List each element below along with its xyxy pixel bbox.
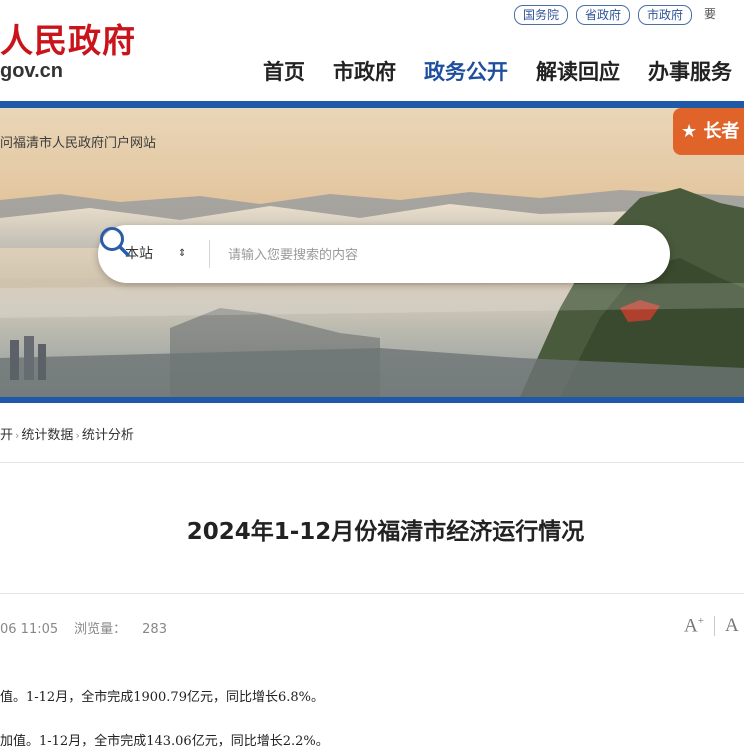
article-title: 2024年1-12月份福清市经济运行情况 (186, 519, 585, 545)
nav-interpretation[interactable]: 解读回应 (536, 56, 620, 86)
banner-divider-bar (0, 397, 744, 403)
views-info: 浏览量： 283 (74, 622, 167, 637)
nav-services[interactable]: 办事服务 (648, 56, 732, 86)
font-increase-label: A (684, 615, 698, 637)
top-links: 国务院 省政府 市政府 要 (514, 5, 720, 25)
nav-gov-affairs[interactable]: 政务公开 (424, 56, 508, 86)
breadcrumb-item[interactable]: 开 (0, 428, 13, 443)
views-label: 浏览量： (74, 622, 127, 637)
chevron-right-icon: › (15, 429, 20, 442)
elderly-mode-button[interactable]: ★ 长者 (673, 108, 744, 155)
publish-date: 06 11:05 (0, 622, 59, 637)
hero-banner: 问福清市人民政府门户网站 ★ 长者 本站 ⇕ (0, 108, 744, 397)
article-paragraph: 值。1-12月，全市完成1900.79亿元，同比增长6.8%。 (0, 690, 324, 705)
chevron-right-icon: › (75, 429, 80, 442)
site-logo-domain: gov.cn (0, 60, 63, 82)
site-logo-title[interactable]: 人民政府 (0, 14, 136, 62)
site-header: 人民政府 gov.cn 国务院 省政府 市政府 要 首页 市政府 政务公开 解读… (0, 0, 744, 101)
plus-icon: + (697, 615, 704, 627)
views-count: 283 (142, 622, 167, 637)
main-nav: 首页 市政府 政务公开 解读回应 办事服务 (263, 56, 732, 86)
article-meta: 06 11:05 浏览量： 283 (0, 618, 167, 637)
breadcrumb-item-stats-analysis[interactable]: 统计分析 (82, 428, 134, 443)
welcome-text: 问福清市人民政府门户网站 (0, 136, 157, 151)
font-increase-button[interactable]: A+ (684, 615, 704, 637)
elderly-icon: ★ (681, 121, 698, 142)
search-icon[interactable] (98, 225, 132, 259)
top-link-cut[interactable]: 要 (700, 5, 720, 23)
divider (0, 462, 744, 463)
font-tools-divider (713, 616, 715, 637)
nav-city-gov[interactable]: 市政府 (333, 56, 396, 86)
search-divider (209, 240, 210, 268)
divider (0, 593, 744, 594)
nav-home[interactable]: 首页 (263, 56, 305, 86)
search-input[interactable] (226, 239, 610, 271)
top-link-city-gov[interactable]: 市政府 (638, 5, 693, 25)
top-link-state-council[interactable]: 国务院 (514, 5, 569, 25)
elderly-mode-label: 长者 (703, 121, 740, 142)
breadcrumb: 开 › 统计数据 › 统计分析 (0, 424, 134, 443)
breadcrumb-item-stats-data[interactable]: 统计数据 (21, 428, 73, 443)
top-link-provincial-gov[interactable]: 省政府 (576, 5, 631, 25)
article-paragraph: 加值。1-12月，全市完成143.06亿元，同比增长2.2%。 (0, 734, 329, 749)
font-decrease-button[interactable]: A (725, 615, 739, 637)
font-size-tools: A+ A (684, 615, 739, 637)
search-box: 本站 ⇕ (98, 225, 670, 283)
header-divider-bar (0, 101, 744, 108)
sort-arrows-icon[interactable]: ⇕ (178, 225, 186, 283)
